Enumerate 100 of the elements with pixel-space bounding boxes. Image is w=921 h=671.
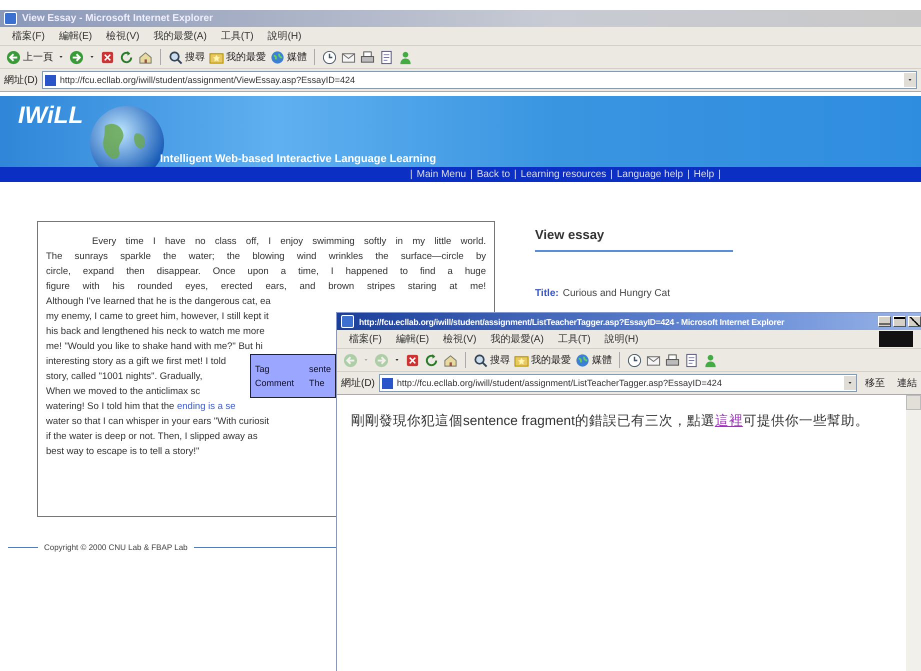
toolbar-button[interactable]: 我的最愛: [514, 352, 571, 368]
menu-item[interactable]: 檔案(F): [12, 29, 45, 43]
close-button[interactable]: [908, 316, 921, 327]
essay-line: best way to escape is to tell a story!": [46, 445, 200, 459]
toolbar-button[interactable]: [684, 352, 699, 368]
minimize-button[interactable]: [878, 316, 891, 327]
arrow-left-icon: [6, 50, 21, 64]
arrow-left-icon: [343, 352, 358, 368]
toolbar-button[interactable]: [379, 50, 394, 64]
essay-line: story, called "1001 nights". Gradually,: [46, 370, 202, 384]
essay-line: The sunrays sparkle the water; the blowing wind wrinkles the surface—circle by: [46, 250, 486, 264]
nav-link[interactable]: Main Menu: [416, 169, 466, 180]
site-logo: IWiLL: [18, 102, 84, 130]
address-label: 網址(D): [341, 376, 375, 390]
window-title: http://fcu.ecllab.org/iwill/student/assignment/ListTeacherTagger.asp?EssayID=424 - Microsoft Internet Explorer: [359, 316, 786, 326]
toolbar-button[interactable]: 搜尋: [473, 352, 510, 368]
printer-icon: [360, 50, 375, 64]
stop-icon: [100, 50, 115, 64]
essay-line: me! "Would you like to shake hand with me?" But hi: [46, 340, 263, 354]
toolbar-button[interactable]: [665, 352, 680, 368]
home-icon: [138, 50, 153, 64]
document-icon: [684, 352, 699, 368]
address-field[interactable]: http://fcu.ecllab.org/iwill/student/assignment/ViewEssay.asp?EssayID=424: [42, 71, 917, 89]
toolbar-button[interactable]: 上一頁: [6, 50, 53, 64]
menu-item[interactable]: 說明(H): [604, 332, 638, 346]
arrow-right-icon: [69, 50, 84, 64]
title-label: Title:: [535, 288, 559, 299]
clock-icon: [627, 352, 642, 368]
tooltip-label: Comment: [255, 377, 294, 389]
essay-line: if the water is deep or not. Then, I slipped away as: [46, 430, 258, 444]
stop-icon: [405, 352, 420, 368]
essay-line: watering! So I told him that the ending is a se: [46, 400, 236, 414]
refresh-icon: [424, 352, 439, 368]
arrow-right-icon: [374, 352, 389, 368]
page-icon: [44, 74, 56, 86]
nav-link[interactable]: Help: [694, 169, 714, 180]
document-icon: [379, 50, 394, 64]
clock-icon: [322, 50, 337, 64]
menu-item[interactable]: 我的最愛(A): [153, 29, 207, 43]
tooltip-value: sente: [308, 363, 331, 375]
menu-item[interactable]: 檔案(F): [349, 332, 382, 346]
home-icon: [443, 352, 458, 368]
message-text: 剛剛發現你犯這個sentence fragment的錯誤已有三次，點選這裡可提供你一些幫助。: [351, 412, 870, 430]
toolbar-button[interactable]: 媒體: [270, 50, 307, 64]
toolbar-button[interactable]: 我的最愛: [209, 50, 266, 64]
nav-link[interactable]: Language help: [616, 169, 684, 180]
essay-line: figure with his rounded eyes, erected ears, and brown stripes staring at me!: [46, 280, 486, 294]
toolbar-button[interactable]: [424, 352, 439, 368]
essay-line: water so that I can whisper in your ears "With curiosit: [46, 415, 270, 429]
essay-line: interesting story as a gift we first met! I told: [46, 355, 226, 369]
help-link[interactable]: 這裡: [714, 413, 743, 428]
nav-link[interactable]: Learning resources: [520, 169, 606, 180]
separator: |: [687, 169, 690, 180]
scrollbar[interactable]: [906, 395, 921, 671]
maximize-button[interactable]: [893, 316, 906, 327]
essay-line: Although I've learned that he is the dangerous cat, ea: [46, 295, 271, 309]
menu-item[interactable]: 檢視(V): [443, 332, 476, 346]
page-icon: [382, 378, 393, 388]
separator: |: [410, 169, 413, 180]
separator: |: [718, 169, 721, 180]
person-icon: [398, 50, 413, 64]
toolbar-button[interactable]: [138, 50, 153, 64]
printer-icon: [665, 352, 680, 368]
person-icon: [703, 352, 718, 368]
separator: |: [470, 169, 473, 180]
essay-title: Curious and Hungry Cat: [562, 288, 670, 299]
links-button[interactable]: 連結: [893, 376, 921, 390]
toolbar-button[interactable]: [119, 50, 134, 64]
essay-link[interactable]: ending is a se: [176, 401, 236, 412]
toolbar-button[interactable]: [322, 50, 337, 64]
tooltip-value: The: [308, 377, 326, 389]
toolbar-button[interactable]: [360, 50, 375, 64]
toolbar-button[interactable]: [69, 50, 84, 64]
toolbar-button[interactable]: [443, 352, 458, 368]
toolbar-button[interactable]: 搜尋: [168, 50, 205, 64]
site-subtitle: Intelligent Web-based Interactive Language Learning: [160, 153, 436, 165]
toolbar-button[interactable]: 媒體: [575, 352, 612, 368]
toolbar-button[interactable]: [405, 352, 420, 368]
essay-line: my enemy, I came to greet him, however, I still kept it: [46, 310, 269, 324]
menu-item[interactable]: 說明(H): [268, 29, 302, 43]
tooltip-label: Tag: [255, 363, 271, 375]
menu-item[interactable]: 我的最愛(A): [490, 332, 544, 346]
go-button[interactable]: 移至: [861, 376, 889, 390]
menu-item[interactable]: 編輯(E): [58, 29, 92, 43]
menu-item[interactable]: 工具(T): [220, 29, 254, 43]
essay-line: When we moved to the anticlimax sc: [46, 385, 200, 399]
address-field[interactable]: http://fcu.ecllab.org/iwill/student/assignment/ListTeacherTagger.asp?EssayID=424: [378, 374, 857, 392]
browser-icon: [4, 12, 17, 25]
separator: |: [514, 169, 517, 180]
menu-item[interactable]: 檢視(V): [106, 29, 140, 43]
toolbar-button[interactable]: [100, 50, 115, 64]
address-label: 網址(D): [4, 74, 38, 87]
toolbar-button[interactable]: [627, 352, 642, 368]
browser-icon: [341, 315, 354, 328]
essay-line: circle, expand then disappear. Once upon a time, I happened to find a huge: [46, 265, 486, 279]
menu-item[interactable]: 編輯(E): [396, 332, 430, 346]
separator: |: [610, 169, 613, 180]
menu-item[interactable]: 工具(T): [558, 332, 591, 346]
nav-link[interactable]: Back to: [476, 169, 510, 180]
globe-icon: [270, 50, 285, 64]
